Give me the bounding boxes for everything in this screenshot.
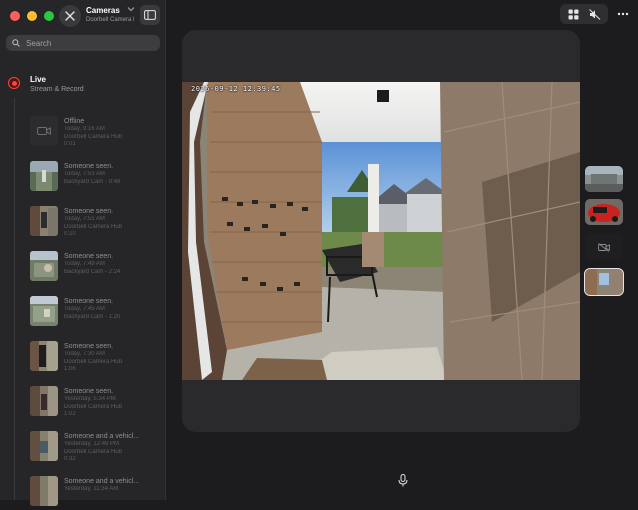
event-time: Today, 7:49 AM (64, 261, 105, 267)
event-source: Doorbell Camera Hub (64, 358, 123, 365)
search-input[interactable] (24, 37, 148, 49)
event-source-duration: Backyard Cam - 1:20 (64, 313, 121, 320)
video-camera-icon (37, 127, 51, 135)
event-thumbnail (30, 341, 58, 371)
event-duration: 1:20 (108, 313, 121, 320)
zoom-window-button[interactable] (44, 11, 54, 21)
speaker-muted-icon (589, 8, 601, 20)
event-source: Backyard Cam (64, 313, 104, 320)
event-title: Someone seen. (64, 298, 114, 305)
camera-thumb-red-car[interactable] (585, 199, 623, 225)
event-time: Yesterday, 11:34 AM (64, 486, 119, 492)
event-time: Today, 7:45 AM (64, 306, 105, 312)
live-subtitle: Stream & Record (30, 86, 84, 93)
event-time: Today, 7:53 AM (64, 171, 105, 177)
event-source: Doorbell Camera Hub (64, 403, 123, 410)
microphone-button[interactable] (398, 474, 408, 492)
event-time: Yesterday, 5:34 PM (64, 396, 116, 402)
event-time: Yesterday, 12:49 PM (64, 441, 120, 447)
minimize-window-button[interactable] (27, 11, 37, 21)
event-item[interactable]: Someone seen. Today, 7:49 AM Backyard Ca… (30, 247, 160, 285)
record-icon (8, 77, 20, 89)
event-thumbnail (30, 296, 58, 326)
sidebar-toggle-button[interactable] (140, 5, 160, 25)
event-duration: 2:24 (108, 268, 121, 275)
close-icon (65, 11, 75, 21)
close-button[interactable] (59, 5, 81, 27)
grid-icon (568, 9, 578, 19)
layout-button[interactable] (562, 4, 584, 24)
live-item[interactable]: Live Stream & Record (8, 74, 158, 96)
camera-thumb-offline[interactable] (585, 234, 623, 260)
camera-view (182, 82, 580, 380)
event-item[interactable]: Someone seen. Yesterday, 5:34 PM Doorbel… (30, 382, 160, 420)
event-thumbnail (30, 476, 58, 506)
event-duration: 0:01 (64, 141, 76, 147)
window-subtitle: Doorbell Camera Hub (86, 17, 134, 23)
chevron-down-icon[interactable] (127, 6, 135, 12)
event-title: Someone seen. (64, 388, 114, 395)
event-item[interactable]: Someone seen. Today, 7:30 AM Doorbell Ca… (30, 337, 160, 375)
event-thumbnail (30, 116, 58, 146)
live-title: Live (30, 75, 47, 84)
toolbar-group (560, 4, 608, 24)
event-source: Doorbell Camera Hub (64, 448, 123, 455)
toolbar (560, 4, 634, 24)
event-title: Someone seen. (64, 163, 114, 170)
event-time: Today, 7:30 AM (64, 351, 105, 357)
camera-off-icon (598, 242, 610, 252)
camera-stage: 2026-09-12 12:39:45 (182, 30, 580, 432)
event-thumbnail (30, 206, 58, 236)
event-time: Today, 9:16 AM (64, 126, 105, 132)
close-window-button[interactable] (10, 11, 20, 21)
event-duration: 0:20 (64, 231, 76, 237)
event-item[interactable]: Offline Today, 9:16 AM Doorbell Camera H… (30, 112, 160, 150)
video-timestamp: 2026-09-12 12:39:45 (191, 85, 281, 93)
event-title: Someone seen. (64, 343, 114, 350)
event-source-duration: Backyard Cam - 2:24 (64, 268, 121, 275)
event-duration: 1:02 (64, 411, 76, 417)
sidebar: Cameras Doorbell Camera Hub Live Stream … (0, 0, 166, 506)
event-thumbnail (30, 386, 58, 416)
timeline-divider (14, 98, 15, 500)
event-source: Backyard Cam (64, 178, 104, 185)
event-title: Someone and a vehicl... (64, 478, 140, 485)
event-item[interactable]: Someone and a vehicl... Yesterday, 11:34… (30, 472, 160, 510)
event-item[interactable]: Someone seen. Today, 7:53 AM Backyard Ca… (30, 157, 160, 195)
event-item[interactable]: Someone seen. Today, 7:51 AM Doorbell Ca… (30, 202, 160, 240)
event-source: Doorbell Camera Hub (64, 133, 123, 140)
event-duration: 0:32 (64, 456, 76, 462)
event-title: Someone seen. (64, 208, 114, 215)
camera-thumb-doorbell[interactable] (584, 268, 624, 296)
event-item[interactable]: Someone and a vehicl... Yesterday, 12:49… (30, 427, 160, 465)
event-thumbnail (30, 431, 58, 461)
event-source-duration: Backyard Cam - 0:48 (64, 178, 121, 185)
event-thumbnail (30, 161, 58, 191)
microphone-icon (398, 474, 408, 487)
more-button[interactable] (612, 4, 634, 24)
ellipsis-icon (617, 12, 629, 16)
search-field[interactable] (6, 35, 160, 51)
event-title: Offline (64, 118, 85, 125)
camera-thumb-street[interactable] (585, 166, 623, 192)
event-source: Doorbell Camera Hub (64, 223, 123, 230)
event-title: Someone seen. (64, 253, 114, 260)
event-title: Someone and a vehicl... (64, 433, 140, 440)
search-icon (12, 39, 20, 47)
event-duration: 0:48 (108, 178, 121, 185)
event-item[interactable]: Someone seen. Today, 7:45 AM Backyard Ca… (30, 292, 160, 330)
event-time: Today, 7:51 AM (64, 216, 105, 222)
event-thumbnail (30, 251, 58, 281)
mute-button[interactable] (584, 4, 606, 24)
event-duration: 1:06 (64, 366, 76, 372)
event-source: Backyard Cam (64, 268, 104, 275)
window-controls (10, 11, 54, 21)
live-video-feed[interactable]: 2026-09-12 12:39:45 (182, 82, 580, 380)
sidebar-icon (144, 10, 156, 20)
